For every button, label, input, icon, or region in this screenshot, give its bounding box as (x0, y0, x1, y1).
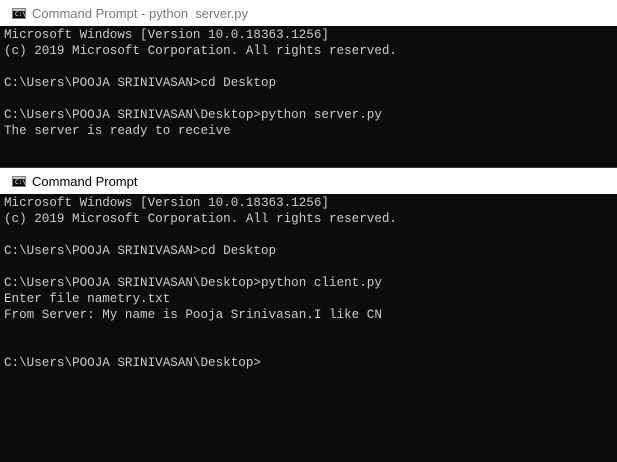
console-line: (c) 2019 Microsoft Corporation. All righ… (4, 44, 397, 58)
client-window-titlebar[interactable]: C:\ Command Prompt (0, 168, 617, 194)
console-line: C:\Users\POOJA SRINIVASAN>cd Desktop (4, 244, 277, 258)
console-line: C:\Users\POOJA SRINIVASAN\Desktop>python… (4, 276, 382, 290)
client-console-output[interactable]: Microsoft Windows [Version 10.0.18363.12… (0, 194, 617, 462)
cmd-icon: C:\ (12, 175, 26, 187)
console-line: (c) 2019 Microsoft Corporation. All righ… (4, 212, 397, 226)
console-prompt-line[interactable]: C:\Users\POOJA SRINIVASAN\Desktop> (4, 355, 617, 371)
server-console-window[interactable]: C:\ Command Prompt - python server.py Mi… (0, 0, 617, 167)
console-line: C:\Users\POOJA SRINIVASAN\Desktop>python… (4, 108, 382, 122)
client-window-title: Command Prompt (32, 173, 138, 189)
cmd-icon: C:\ (12, 7, 26, 19)
console-line: C:\Users\POOJA SRINIVASAN>cd Desktop (4, 76, 277, 90)
client-console-window[interactable]: C:\ Command Prompt Microsoft Windows [Ve… (0, 168, 617, 462)
server-window-titlebar[interactable]: C:\ Command Prompt - python server.py (0, 0, 617, 26)
console-line: Microsoft Windows [Version 10.0.18363.12… (4, 28, 329, 42)
console-line: The server is ready to receive (4, 124, 231, 138)
console-line: Microsoft Windows [Version 10.0.18363.12… (4, 196, 329, 210)
server-console-output[interactable]: Microsoft Windows [Version 10.0.18363.12… (0, 26, 617, 167)
console-line: From Server: My name is Pooja Srinivasan… (4, 308, 382, 322)
console-line: Enter file nametry.txt (4, 292, 171, 306)
server-window-title: Command Prompt - python server.py (32, 5, 249, 21)
